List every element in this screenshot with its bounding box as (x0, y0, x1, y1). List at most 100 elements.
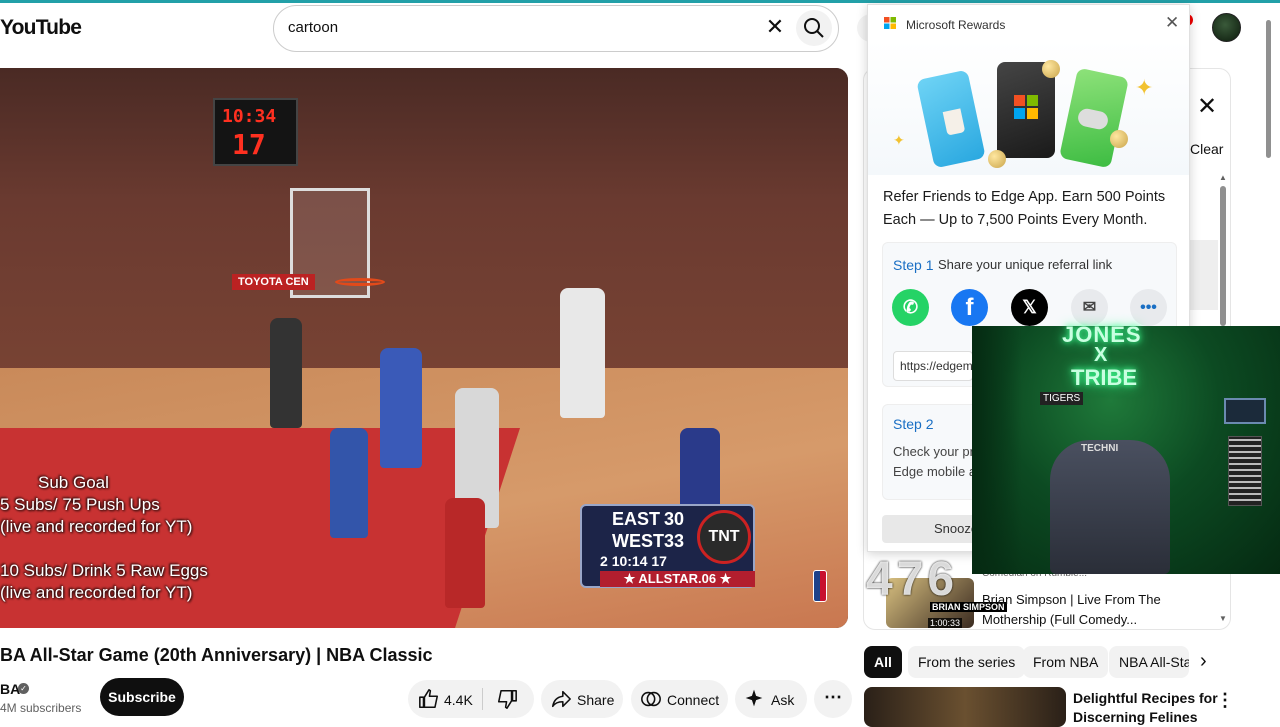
close-icon[interactable]: ✕ (1165, 13, 1179, 33)
stream-overlay-goal2: 10 Subs/ Drink 5 Raw Eggs (0, 561, 208, 580)
scorebug-game-clock: 10:14 (611, 553, 648, 569)
more-actions-button[interactable]: ⋯ (814, 680, 852, 718)
like-count[interactable]: 4.4K (444, 692, 473, 708)
playlist-item-title[interactable]: Brian Simpson | Live From The (982, 592, 1161, 607)
scorebug-east-name: EAST (612, 509, 661, 529)
chip-all[interactable]: All (864, 646, 902, 678)
step1-description: Share your unique referral link (938, 257, 1113, 272)
window-top-accent (0, 0, 1280, 3)
subscriber-count: 4M subscribers (0, 701, 82, 715)
avatar[interactable] (1212, 13, 1241, 42)
thumbs-down-icon[interactable] (496, 688, 518, 710)
search-button[interactable] (796, 10, 832, 46)
playlist-scrollbar-thumb[interactable] (1220, 186, 1226, 326)
subscribe-button[interactable]: Subscribe (100, 678, 184, 716)
search-input[interactable] (273, 5, 839, 52)
player (560, 288, 605, 418)
playlist-item-title-line2[interactable]: Mothership (Full Comedy... (982, 612, 1137, 627)
coin-icon (1110, 130, 1128, 148)
rewards-title: Microsoft Rewards (906, 18, 1006, 32)
share-icon (551, 690, 571, 708)
refer-headline: Refer Friends to Edge App. Earn 500 Poin… (883, 189, 1166, 205)
scorebug-west-name: WEST (612, 531, 664, 551)
microsoft-logo-icon (1014, 95, 1038, 119)
stream-overlay-goal1-note: (live and recorded for YT) (0, 517, 193, 536)
close-playlist-icon[interactable]: ✕ (1197, 92, 1217, 121)
step1-label: Step 1 (893, 257, 934, 273)
coin-icon (1042, 60, 1060, 78)
chair-brand: TECHNI (1081, 443, 1119, 454)
recommended-thumbnail[interactable] (864, 687, 1066, 727)
coin-icon (988, 150, 1006, 168)
facebook-icon[interactable]: f (951, 289, 988, 326)
allstar-banner: ★ ALLSTAR.06 ★ (600, 571, 755, 587)
step2-label: Step 2 (893, 416, 934, 432)
overlay-ghost-text: 476 (866, 553, 959, 606)
player (330, 428, 368, 538)
step2-description-line2: Edge mobile a (893, 464, 977, 479)
like-divider (482, 688, 483, 710)
recommended-title[interactable]: Delightful Recipes for (1073, 690, 1218, 706)
thumbs-up-icon[interactable] (418, 688, 440, 710)
share-label: Share (577, 692, 615, 708)
hoop-rim (335, 278, 385, 286)
scorebug-clock: 2 10:14 17 (600, 553, 667, 569)
sparkle-icon (745, 689, 763, 707)
connect-label: Connect (667, 692, 720, 708)
step2-description: Check your pr (893, 444, 974, 459)
scorebug-quarter: 2 (600, 553, 608, 569)
playlist-item-placeholder (1190, 240, 1218, 310)
ask-label: Ask (771, 692, 795, 708)
neon-sign-line3: TRIBE (1071, 365, 1137, 390)
scorebug-west-score: 33 (664, 531, 685, 551)
youtube-logo[interactable]: YouTube (0, 16, 82, 40)
player (445, 498, 485, 608)
microsoft-logo-icon (884, 17, 896, 29)
chevron-right-icon[interactable]: › (1200, 650, 1207, 673)
video-title: BA All-Star Game (20th Anniversary) | NB… (0, 645, 433, 665)
refer-headline-line2: Each — Up to 7,500 Points Every Month. (883, 212, 1148, 228)
stream-overlay-goal1: 5 Subs/ 75 Push Ups (0, 495, 160, 514)
scorebug-shot-clock: 17 (651, 553, 667, 569)
chip-nba-allstar[interactable]: NBA All-Sta (1109, 646, 1189, 678)
more-icon[interactable]: ••• (1130, 289, 1167, 326)
chip-from-nba[interactable]: From NBA (1023, 646, 1109, 678)
stream-overlay-goal2-note: (live and recorded for YT) (0, 583, 193, 602)
wall-sign: TIGERS (1040, 392, 1084, 405)
search-icon (804, 18, 824, 38)
verified-icon: ✓ (18, 683, 29, 694)
scroll-down-arrow-icon[interactable]: ▼ (1219, 614, 1227, 623)
recommended-title-line2[interactable]: Discerning Felines (1073, 709, 1197, 725)
thumbnail-duration: 1:00:33 (928, 618, 963, 628)
flag-icon (1228, 436, 1262, 506)
neon-sign-line2: X (1094, 344, 1108, 366)
page-scrollbar-thumb[interactable] (1266, 20, 1271, 158)
x-icon[interactable]: 𝕏 (1011, 289, 1048, 326)
sparkle-icon: ✦ (893, 132, 905, 148)
stream-overlay-sub-goal: Sub Goal (38, 473, 109, 492)
shot-clock-time: 10:34 (222, 106, 277, 127)
scroll-up-arrow-icon[interactable]: ▲ (1219, 173, 1227, 182)
clear-search-icon[interactable]: ✕ (762, 14, 788, 40)
video-frame-crowd (0, 68, 848, 398)
scorebug-east-score: 30 (664, 509, 685, 529)
whatsapp-icon[interactable]: ✆ (892, 289, 929, 326)
connect-icon (641, 691, 661, 707)
video-player[interactable]: 10:34 17 TOYOTA CEN Sub Goal 5 Subs/ 75 … (0, 68, 848, 628)
sparkle-icon: ✦ (1135, 75, 1154, 100)
nba-logo-icon (813, 570, 827, 602)
player (380, 348, 422, 468)
tnt-logo: TNT (697, 510, 751, 564)
arena-sign: TOYOTA CEN (232, 274, 315, 290)
gaming-chair (1050, 440, 1170, 574)
search-query-text[interactable]: cartoon (288, 19, 338, 36)
referral-link-text[interactable]: https://edgem (900, 359, 973, 373)
clear-button[interactable]: Clear (1190, 141, 1223, 157)
referee (270, 318, 302, 428)
shot-clock-seconds: 17 (232, 128, 266, 161)
webcam-shadow (972, 326, 1022, 574)
chip-from-the-series[interactable]: From the series (908, 646, 1026, 678)
kebab-menu-icon[interactable]: ⋮ (1216, 690, 1234, 711)
mail-icon[interactable]: ✉ (1071, 289, 1108, 326)
monitor-icon (1224, 398, 1266, 424)
